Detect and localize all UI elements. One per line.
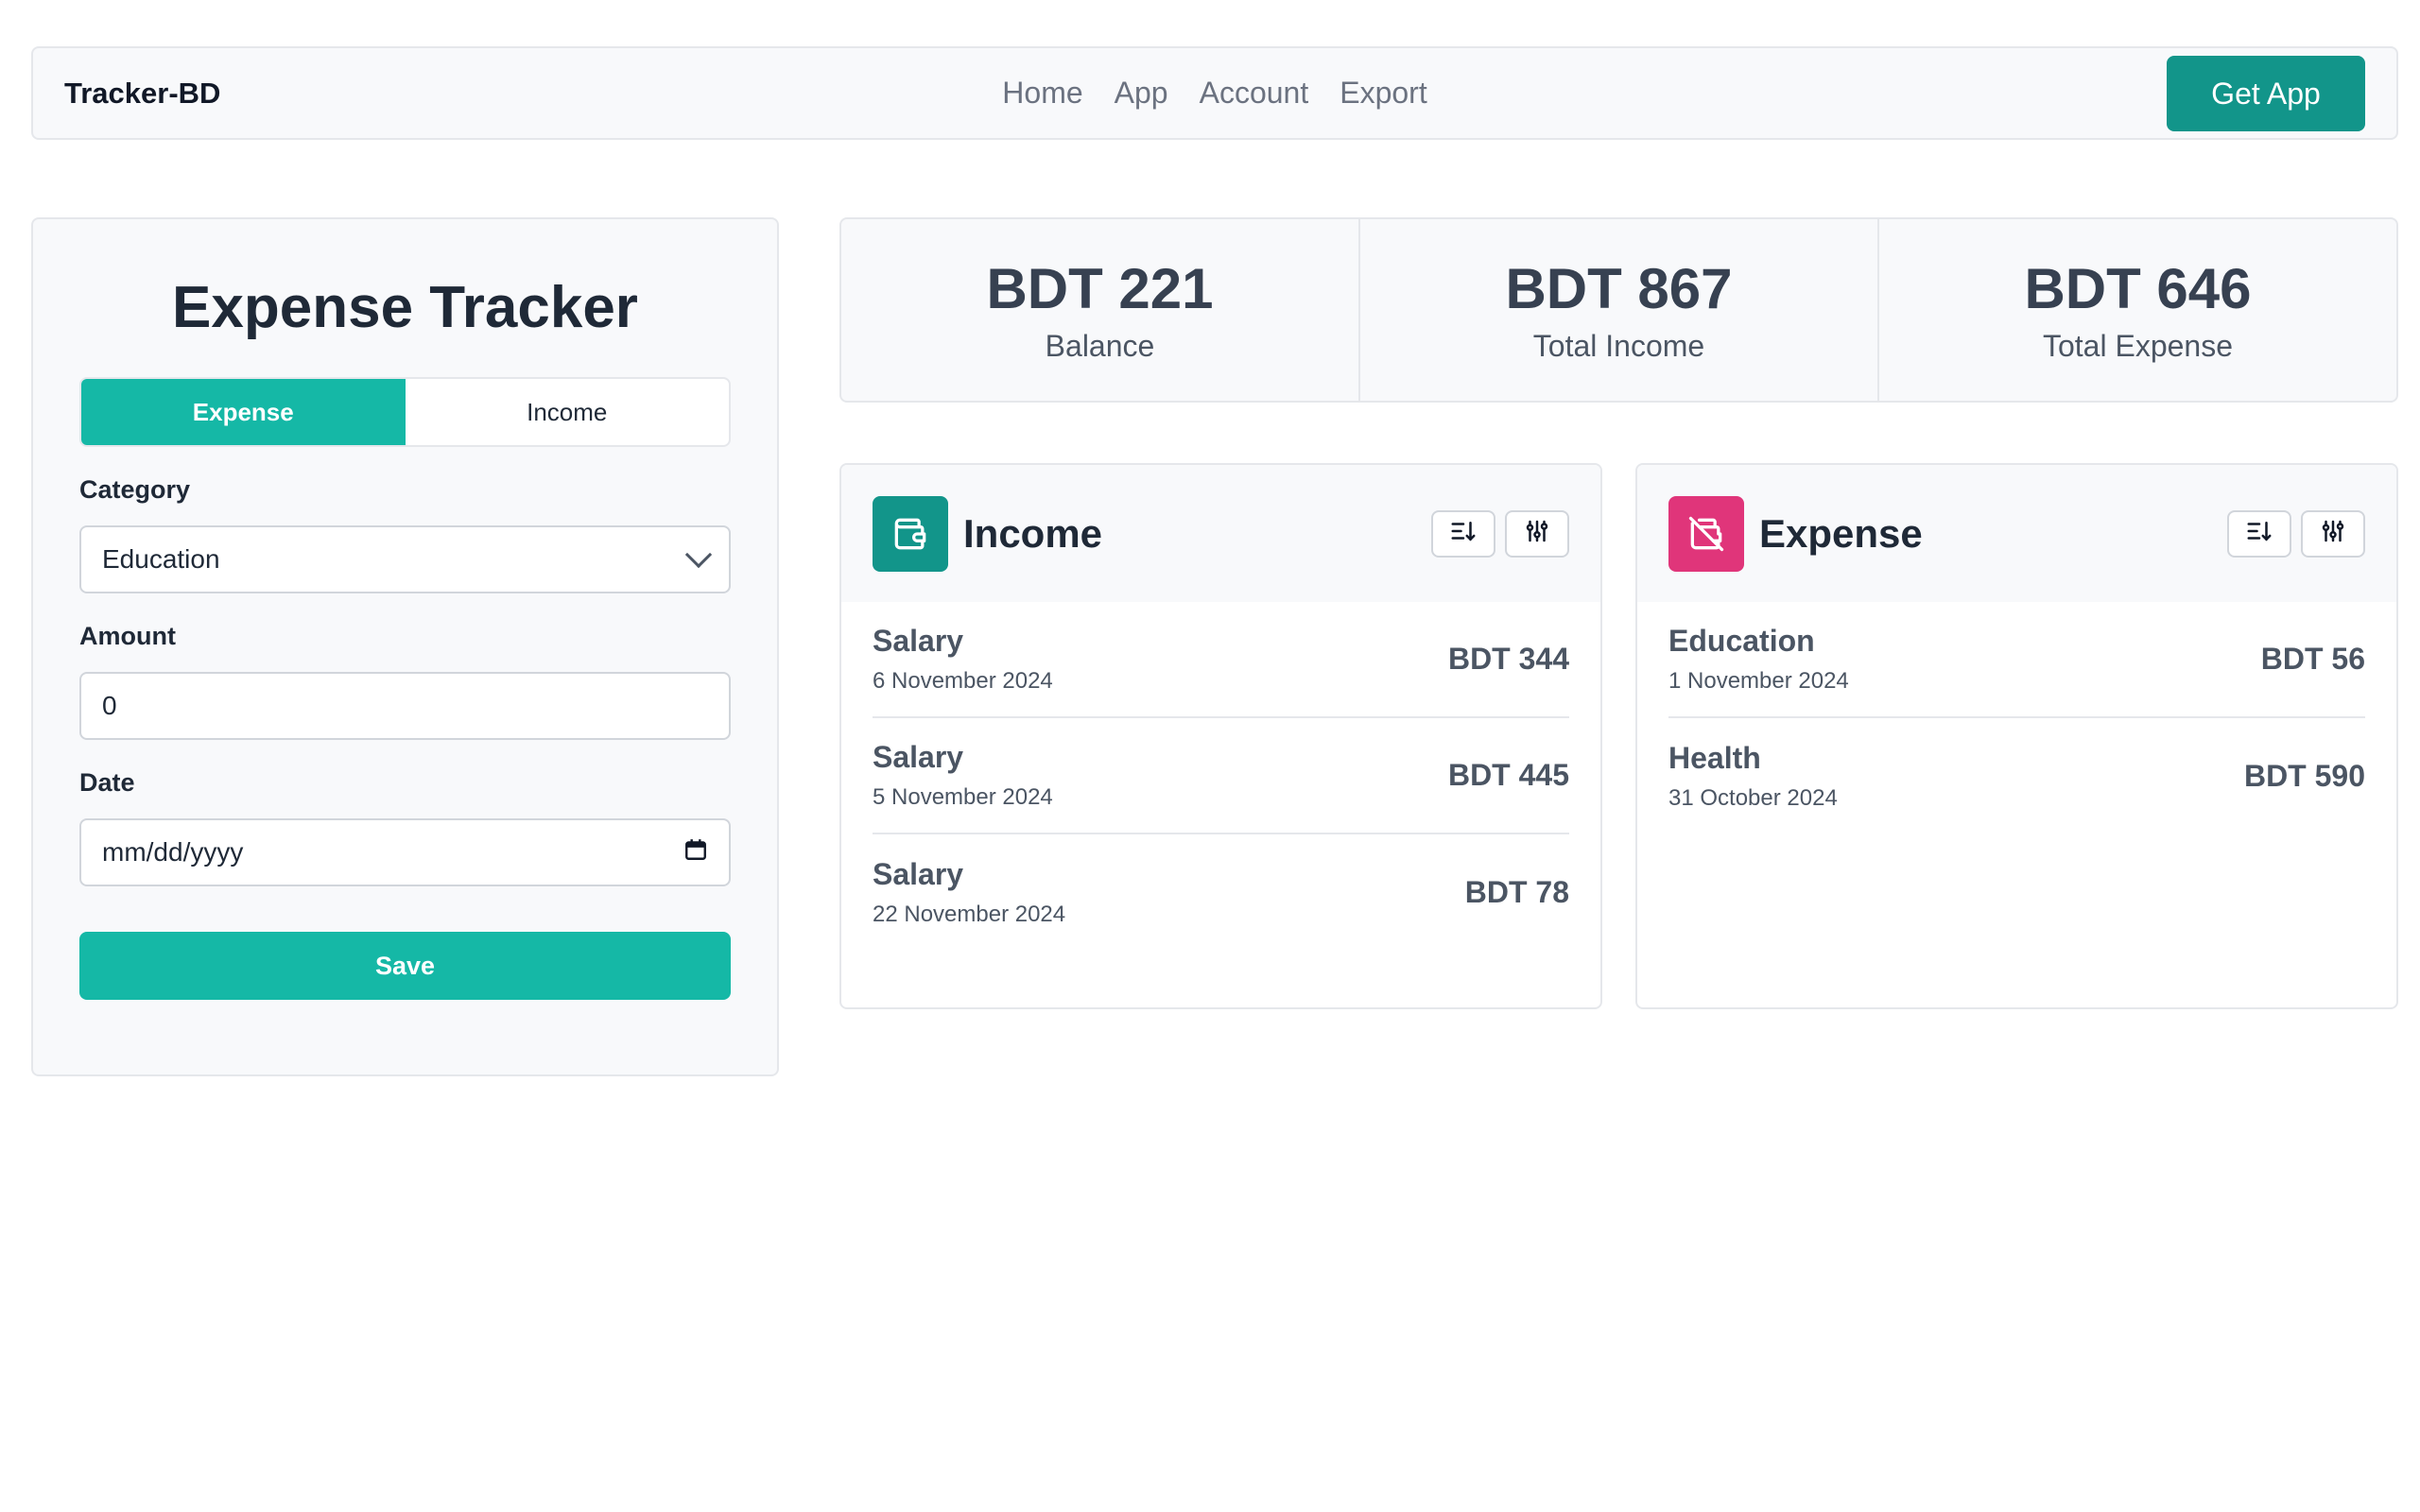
filter-button[interactable]: [2301, 509, 2365, 558]
stat-label: Total Expense: [2042, 329, 2233, 363]
amount-label: Amount: [79, 622, 176, 650]
income-panel: Income Salary 6 November 2024 BDT 344 Sa…: [839, 463, 1602, 1009]
nav-link-export[interactable]: Export: [1340, 76, 1426, 111]
sort-button[interactable]: [2227, 509, 2291, 558]
amount-value: 0: [102, 691, 117, 720]
sort-icon: [1449, 517, 1478, 550]
wallet-icon: [873, 495, 948, 572]
adjustments-icon: [1523, 517, 1551, 550]
item-date: 1 November 2024: [1668, 668, 1849, 694]
summary-stats: BDT 221 Balance BDT 867 Total Income BDT…: [839, 217, 2398, 403]
list-item[interactable]: Salary 6 November 2024 BDT 344: [873, 602, 1569, 718]
category-label: Category: [79, 475, 191, 504]
get-app-button[interactable]: Get App: [2167, 56, 2365, 131]
type-toggle: Expense Income: [79, 377, 731, 447]
form-title: Expense Tracker: [172, 275, 638, 340]
sort-button[interactable]: [1431, 509, 1495, 558]
stat-value: BDT 221: [986, 257, 1214, 320]
item-name: Health: [1668, 741, 1761, 775]
date-label: Date: [79, 768, 135, 797]
nav-link-home[interactable]: Home: [1002, 76, 1082, 111]
income-list: Salary 6 November 2024 BDT 344 Salary 5 …: [841, 602, 1600, 951]
category-select[interactable]: Education: [79, 525, 731, 593]
item-amount: BDT 56: [2260, 642, 2365, 676]
save-button[interactable]: Save: [79, 932, 731, 1000]
item-date: 5 November 2024: [873, 784, 1053, 810]
expense-form-card: Expense Tracker Expense Income Category …: [31, 217, 779, 1076]
item-date: 31 October 2024: [1668, 785, 1838, 811]
nav-link-app[interactable]: App: [1115, 76, 1168, 111]
stat-total-expense: BDT 646 Total Expense: [1877, 219, 2396, 401]
date-input[interactable]: mm/dd/yyyy: [79, 818, 731, 886]
stat-total-income: BDT 867 Total Income: [1358, 219, 1877, 401]
navbar: Tracker-BD Home App Account Export Get A…: [31, 46, 2398, 140]
item-name: Salary: [873, 624, 964, 658]
expense-tools: [2227, 509, 2365, 558]
list-item[interactable]: Education 1 November 2024 BDT 56: [1668, 602, 2365, 718]
nav-links: Home App Account Export: [33, 48, 2396, 138]
expense-panel-title: Expense: [1759, 510, 1923, 556]
item-amount: BDT 78: [1464, 875, 1569, 909]
stat-label: Total Income: [1532, 329, 1705, 363]
item-amount: BDT 344: [1447, 642, 1569, 676]
amount-input[interactable]: 0: [79, 672, 731, 740]
wallet-off-icon: [1668, 495, 1744, 572]
list-item[interactable]: Salary 5 November 2024 BDT 445: [873, 718, 1569, 834]
item-amount: BDT 590: [2243, 759, 2365, 793]
category-value: Education: [102, 544, 220, 574]
item-name: Salary: [873, 740, 964, 774]
item-date: 22 November 2024: [873, 902, 1066, 927]
brand-logo[interactable]: Tracker-BD: [64, 77, 220, 111]
calendar-icon[interactable]: [683, 837, 708, 868]
list-item[interactable]: Health 31 October 2024 BDT 590: [1668, 718, 2365, 834]
item-name: Salary: [873, 857, 964, 891]
item-date: 6 November 2024: [873, 668, 1053, 694]
stat-balance: BDT 221 Balance: [841, 219, 1358, 401]
sort-icon: [2245, 517, 2273, 550]
tab-income[interactable]: Income: [406, 379, 730, 445]
chevron-down-icon: [684, 541, 713, 569]
list-item[interactable]: Salary 22 November 2024 BDT 78: [873, 834, 1569, 951]
item-name: Education: [1668, 624, 1815, 658]
expense-list: Education 1 November 2024 BDT 56 Health …: [1637, 602, 2396, 834]
expense-panel-header: Expense: [1637, 465, 2396, 602]
expense-panel: Expense Education 1 November 2024 BDT 56…: [1635, 463, 2398, 1009]
income-tools: [1431, 509, 1569, 558]
adjustments-icon: [2319, 517, 2347, 550]
filter-button[interactable]: [1505, 509, 1569, 558]
income-panel-title: Income: [963, 510, 1103, 556]
stat-value: BDT 646: [2024, 257, 2252, 320]
item-amount: BDT 445: [1447, 758, 1569, 792]
stat-value: BDT 867: [1505, 257, 1733, 320]
stat-label: Balance: [1045, 329, 1155, 363]
date-placeholder: mm/dd/yyyy: [102, 837, 244, 867]
income-panel-header: Income: [841, 465, 1600, 602]
nav-link-account[interactable]: Account: [1200, 76, 1309, 111]
tab-expense[interactable]: Expense: [81, 379, 406, 445]
